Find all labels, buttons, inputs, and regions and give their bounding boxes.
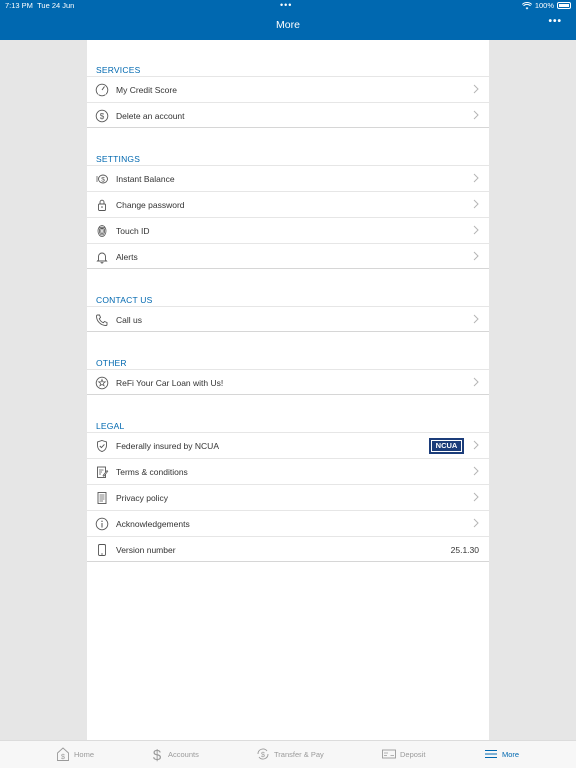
row-privacy-policy[interactable]: Privacy policy <box>87 484 489 510</box>
row-label: Version number <box>116 545 176 555</box>
document-edit-icon <box>97 466 109 478</box>
transfer-icon: $ <box>257 748 269 760</box>
check-deposit-icon <box>382 749 396 759</box>
ncua-badge: NCUA <box>429 438 464 454</box>
chevron-right-icon <box>473 377 479 387</box>
tab-label: Deposit <box>400 749 426 759</box>
tab-deposit[interactable]: Deposit <box>382 746 425 762</box>
row-change-password[interactable]: Change password <box>87 191 489 217</box>
svg-text:$: $ <box>261 752 265 759</box>
cash-icon: $ <box>96 174 108 184</box>
row-instant-balance[interactable]: $ Instant Balance <box>87 165 489 191</box>
chevron-right-icon <box>473 314 479 324</box>
chevron-right-icon <box>473 225 479 235</box>
section-services-label: SERVICES <box>96 65 141 75</box>
chevron-right-icon <box>473 199 479 209</box>
more-panel: SERVICES My Credit Score $ Delete an acc… <box>87 40 489 740</box>
chevron-right-icon <box>473 466 479 476</box>
row-label: Change password <box>116 200 185 210</box>
status-right: 100% <box>521 1 571 10</box>
svg-text:$: $ <box>61 754 65 761</box>
phone-device-icon <box>98 544 106 556</box>
row-call-us[interactable]: Call us <box>87 306 489 332</box>
wifi-icon <box>521 1 532 9</box>
chevron-right-icon <box>473 440 479 450</box>
tab-bar: $ Home $ Accounts $ Transfer & Pay Depos… <box>0 740 576 768</box>
row-label: Call us <box>116 315 142 325</box>
section-contact-label: CONTACT US <box>96 295 153 305</box>
info-icon <box>95 517 109 531</box>
chevron-right-icon <box>473 84 479 94</box>
row-terms-conditions[interactable]: Terms & conditions <box>87 458 489 484</box>
chevron-right-icon <box>473 173 479 183</box>
battery-icon <box>557 2 571 9</box>
top-bar: 7:13 PM Tue 24 Jun ••• 100% More ••• <box>0 0 576 40</box>
fingerprint-icon <box>97 225 107 237</box>
row-label: Privacy policy <box>116 493 168 503</box>
svg-text:$: $ <box>153 747 162 762</box>
row-label: Delete an account <box>116 111 185 121</box>
chevron-right-icon <box>473 518 479 528</box>
phone-icon <box>96 314 108 326</box>
row-delete-account[interactable]: $ Delete an account <box>87 102 489 128</box>
shield-check-icon <box>97 440 107 452</box>
multitasking-dots-icon[interactable]: ••• <box>280 0 292 10</box>
row-my-credit-score[interactable]: My Credit Score <box>87 76 489 102</box>
row-label: My Credit Score <box>116 85 177 95</box>
row-touch-id[interactable]: Touch ID <box>87 217 489 243</box>
gauge-icon <box>95 83 109 97</box>
row-version-number: Version number 25.1.30 <box>87 536 489 562</box>
row-alerts[interactable]: Alerts <box>87 243 489 269</box>
row-label: Alerts <box>116 252 138 262</box>
row-label: Acknowledgements <box>116 519 190 529</box>
chevron-right-icon <box>473 110 479 120</box>
version-value: 25.1.30 <box>450 545 479 555</box>
ellipsis-icon[interactable]: ••• <box>548 16 562 27</box>
section-other-label: OTHER <box>96 358 127 368</box>
chevron-right-icon <box>473 492 479 502</box>
row-label: Touch ID <box>116 226 150 236</box>
bell-icon <box>96 252 108 264</box>
svg-text:$: $ <box>101 177 105 184</box>
menu-icon <box>485 749 497 759</box>
tab-label: Accounts <box>168 749 199 759</box>
tab-label: More <box>502 749 520 759</box>
battery-percent: 100% <box>534 1 554 10</box>
tab-home[interactable]: $ Home <box>56 746 94 762</box>
lock-icon <box>98 199 106 211</box>
tab-label: Transfer & Pay <box>274 749 324 759</box>
row-ncua[interactable]: Federally insured by NCUA NCUA <box>87 432 489 458</box>
row-label: Instant Balance <box>116 174 175 184</box>
section-legal-label: LEGAL <box>96 421 125 431</box>
page-title: More <box>276 19 300 31</box>
svg-text:$: $ <box>100 112 105 121</box>
row-label: Terms & conditions <box>116 467 188 477</box>
tab-label: Home <box>74 749 95 759</box>
row-label: ReFi Your Car Loan with Us! <box>116 378 224 388</box>
star-circle-icon <box>95 376 109 390</box>
section-settings-label: SETTINGS <box>96 154 141 164</box>
dollar-circle-icon: $ <box>95 109 109 123</box>
dollar-icon: $ <box>153 747 162 762</box>
tab-more[interactable]: More <box>484 746 519 762</box>
tab-transfer-pay[interactable]: $ Transfer & Pay <box>256 746 324 762</box>
chevron-right-icon <box>473 251 479 261</box>
home-dollar-icon: $ <box>57 747 69 761</box>
status-time: 7:13 PM Tue 24 Jun <box>5 1 75 10</box>
tab-accounts[interactable]: $ Accounts <box>150 746 199 762</box>
row-refi-car-loan[interactable]: ReFi Your Car Loan with Us! <box>87 369 489 395</box>
row-acknowledgements[interactable]: Acknowledgements <box>87 510 489 536</box>
row-label: Federally insured by NCUA <box>116 441 219 451</box>
document-icon <box>97 492 107 504</box>
